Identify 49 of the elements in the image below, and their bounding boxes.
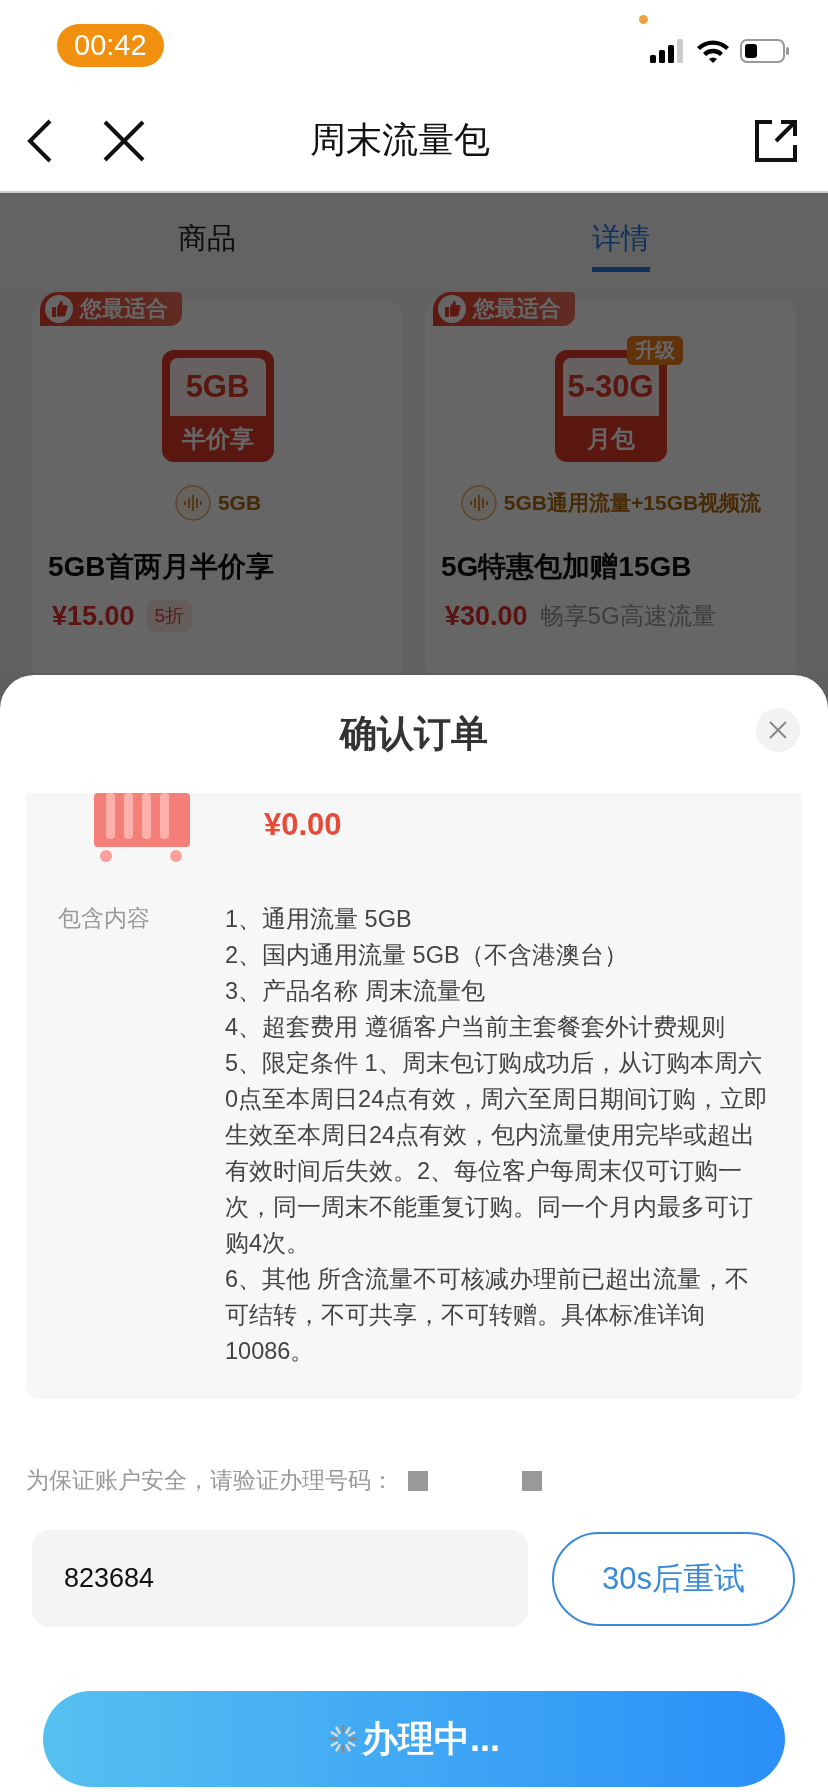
sound-wave-icon (173, 484, 212, 522)
close-icon (768, 720, 788, 740)
details-label: 包含内容 (57, 904, 151, 933)
product-name: 5G特惠包加赠15GB (441, 550, 693, 584)
privacy-dot (639, 15, 648, 24)
close-icon (102, 118, 146, 163)
sound-wave-icon (459, 484, 498, 522)
product-price: ¥30.00 (445, 600, 528, 632)
recommend-badge: 您最适合 (433, 292, 575, 326)
tile-caption: 5GB (169, 358, 266, 416)
page-title: 周末流量包 (309, 118, 491, 162)
details-item: 5、限定条件 1、周末包订购成功后，从订购本周六0点至本周日24点有效，周六至周日期间订购，立即生效至本周日24点有效，包内流量使用完毕或超出有效时间后失效。2、每位客户每周末仅可订购一次，同一周末不能重复订购。同一个月内最多可订购4次。 (225, 1049, 770, 1258)
status-time: 00:42 (57, 23, 164, 67)
loading-spinner-icon (328, 1724, 358, 1754)
share-button[interactable] (754, 118, 798, 163)
back-icon (26, 117, 54, 164)
close-button[interactable] (102, 118, 146, 163)
redaction-mark (408, 1470, 428, 1491)
signal-icon (650, 39, 686, 63)
details-item: 6、其他 所含流量不可核减办理前已超出流量，不可结转，不可共享，不可转赠。具体标准详询10086。 (225, 1265, 750, 1366)
product-name: 5GB首两月半价享 (48, 550, 275, 584)
redaction-mark (522, 1470, 542, 1491)
order-price: ¥0.00 (264, 807, 342, 843)
discount-tag: 5折 (146, 600, 193, 632)
product-image-icon (94, 793, 190, 863)
thumbs-up-icon (44, 294, 74, 324)
upgrade-tag: 升级 (626, 336, 683, 365)
sheet-title: 确认订单 (340, 712, 488, 756)
tab[interactable]: 商品 (0, 193, 414, 290)
tile-subcaption: 半价享 (180, 424, 255, 454)
code-input-field[interactable]: 823684 (32, 1530, 528, 1627)
recommend-badge: 您最适合 (40, 292, 182, 326)
thumbs-up-icon (437, 294, 467, 324)
details-item: 3、产品名称 周末流量包 (225, 977, 486, 1006)
battery-icon (740, 39, 790, 63)
tile-subcaption: 月包 (585, 424, 636, 454)
data-feature: 5GB通用流量+15GB视频流 (503, 490, 762, 516)
submit-button[interactable]: 办理中... (43, 1691, 785, 1787)
wifi-icon (696, 39, 730, 63)
product-price: ¥15.00 (52, 600, 135, 632)
share-icon (754, 118, 798, 163)
details-item: 4、超套费用 遵循客户当前主套餐套外计费规则 (225, 1013, 726, 1042)
details-item: 2、国内通用流量 5GB（不含港澳台） (225, 941, 629, 970)
details-item: 1、通用流量 5GB (225, 905, 413, 934)
data-feature: 5GB (217, 491, 262, 515)
tab[interactable]: 详情 (414, 193, 828, 290)
resend-button[interactable]: 30s后重试 (552, 1531, 795, 1626)
verify-prompt: 为保证账户安全，请验证办理号码： (26, 1466, 394, 1495)
back-button[interactable] (26, 117, 54, 164)
